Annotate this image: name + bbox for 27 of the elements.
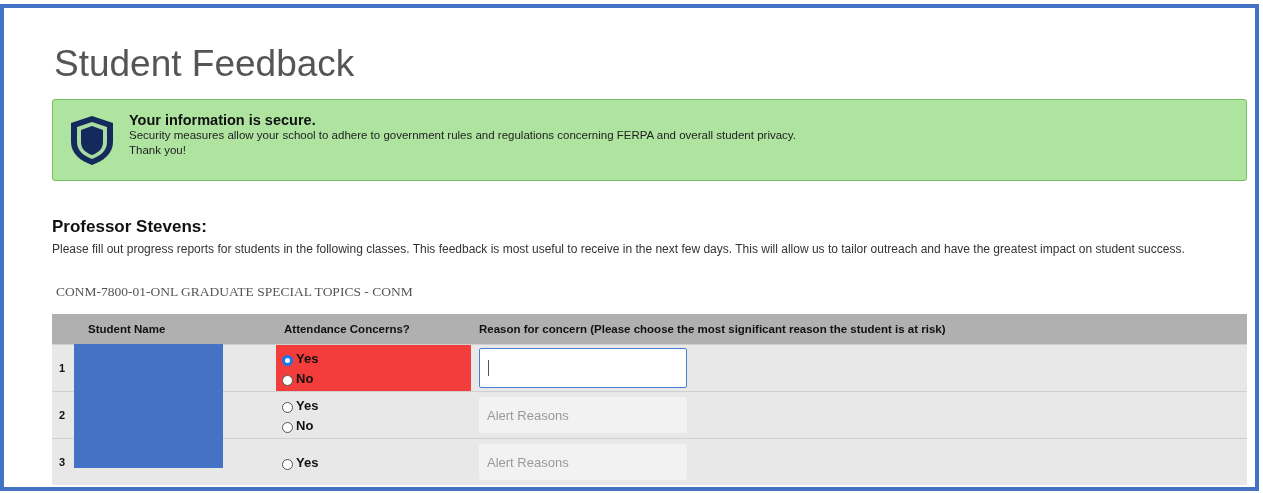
column-header: Attendance Concerns? — [284, 323, 410, 335]
page-title: Student Feedback — [54, 42, 356, 86]
row-number: 2 — [59, 409, 66, 421]
radio-button[interactable] — [282, 458, 293, 470]
greeting-heading: Professor Stevens: — [52, 217, 208, 237]
radio-option[interactable]: Yes — [282, 452, 471, 472]
column-header: Reason for concern (Please choose the most significant reason the student is at risk) — [479, 323, 946, 335]
reason-field[interactable]: Alert Reasons — [479, 397, 687, 433]
alert-message: Security measures allow your school to adhere to government rules and regulations concerning FERPA and overall student privacy. — [129, 128, 796, 143]
radio-option[interactable]: Yes — [282, 395, 471, 415]
radio-button[interactable] — [282, 421, 293, 433]
row-number: 1 — [59, 362, 66, 374]
row-number: 3 — [59, 456, 66, 468]
radio-option[interactable]: No — [282, 415, 471, 435]
radio-button[interactable] — [282, 374, 293, 386]
shield-icon — [69, 114, 115, 166]
alert-heading: Your information is secure. — [129, 112, 317, 128]
radio-button[interactable] — [282, 401, 293, 413]
radio-option[interactable]: No — [282, 368, 471, 388]
intro-paragraph: Please fill out progress reports for students in the following classes. This feedback is most useful to receive in the next few days. This will allow us to tailor outreach and have the greatest impact on student success. — [52, 241, 1186, 258]
column-header: Student Name — [88, 323, 166, 335]
reason-field[interactable]: Alert Reasons — [479, 444, 687, 480]
radio-button[interactable] — [282, 354, 293, 366]
reason-field[interactable] — [479, 348, 687, 388]
course-title: CONM-7800-01-ONL GRADUATE SPECIAL TOPICS - CONM — [55, 284, 414, 300]
alert-message: Thank you! — [129, 143, 187, 158]
radio-option[interactable]: Yes — [282, 348, 471, 368]
